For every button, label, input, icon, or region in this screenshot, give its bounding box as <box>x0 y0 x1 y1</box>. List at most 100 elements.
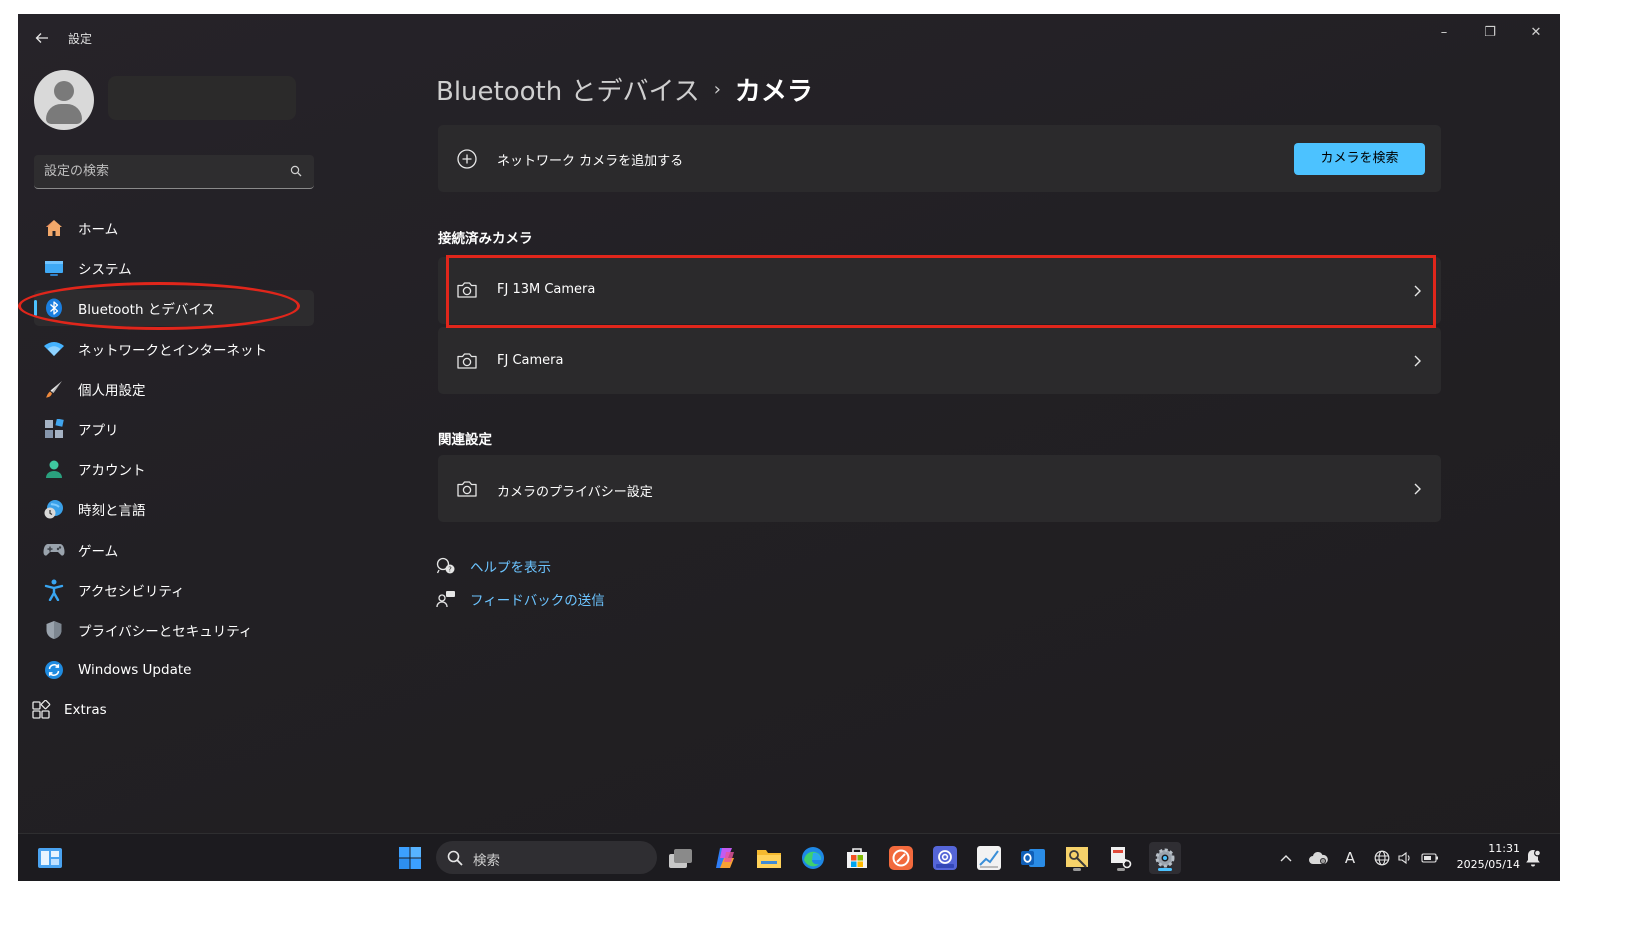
title-bar: 設定 – ❐ ✕ <box>18 14 1560 60</box>
camera-icon <box>457 481 477 497</box>
outlook-button[interactable] <box>1017 842 1049 874</box>
close-button[interactable]: ✕ <box>1518 20 1554 46</box>
running-indicator <box>1117 868 1125 871</box>
sidebar-item-label: ホーム <box>78 222 119 238</box>
network-tray-icon[interactable] <box>1372 848 1392 868</box>
ime-indicator[interactable]: A <box>1340 848 1360 868</box>
svg-text:?: ? <box>448 566 452 574</box>
sidebar-item-time-language[interactable]: 時刻と言語 <box>34 491 314 527</box>
speaker-icon <box>1398 851 1410 865</box>
folder-icon <box>757 850 781 868</box>
settings-search-input[interactable] <box>44 155 274 187</box>
file-explorer-button[interactable] <box>753 842 785 874</box>
settings-search-box[interactable] <box>34 155 314 189</box>
feedback-link-text[interactable]: フィードバックの送信 <box>470 589 605 609</box>
widgets-button[interactable] <box>34 842 66 874</box>
onedrive-tray-icon[interactable] <box>1308 848 1328 868</box>
update-icon <box>43 659 65 681</box>
app-snip-button[interactable] <box>1105 842 1137 874</box>
task-view-button[interactable] <box>665 842 697 874</box>
sidebar-item-extras[interactable]: Extras <box>32 692 314 728</box>
sidebar-item-label: Extras <box>64 702 107 719</box>
widgets-icon <box>38 848 62 868</box>
outlook-icon <box>1021 849 1045 867</box>
feedback-icon <box>436 591 455 608</box>
help-link[interactable]: ? ヘルプを表示 <box>436 555 551 577</box>
camera-privacy-label: カメラのプライバシー設定 <box>497 485 653 500</box>
breadcrumb-separator: › <box>713 78 721 100</box>
chevron-up-icon <box>1280 855 1292 862</box>
breadcrumb-parent[interactable]: Bluetooth とデバイス <box>436 71 700 108</box>
tray-overflow-button[interactable] <box>1276 848 1296 868</box>
sidebar-item-accounts[interactable]: アカウント <box>34 451 314 487</box>
app-orange-button[interactable] <box>885 842 917 874</box>
person-icon <box>54 81 74 101</box>
sidebar-item-label: ゲーム <box>78 543 119 560</box>
gear-icon <box>1155 848 1175 868</box>
shield-icon <box>43 619 65 641</box>
time-language-icon <box>43 498 65 520</box>
app-chart-button[interactable] <box>973 842 1005 874</box>
brush-icon <box>43 378 65 400</box>
edge-icon <box>802 847 824 869</box>
sidebar-item-system[interactable]: システム <box>34 250 314 286</box>
volume-tray-icon[interactable] <box>1395 848 1415 868</box>
app-title: 設定 <box>68 32 93 46</box>
start-button[interactable] <box>394 842 426 874</box>
sidebar-item-label: 個人用設定 <box>78 382 146 399</box>
notification-tray-icon[interactable] <box>1523 848 1543 868</box>
user-avatar[interactable] <box>34 70 94 130</box>
add-camera-label: ネットワーク カメラを追加する <box>497 154 684 169</box>
add-circle-icon <box>457 149 477 169</box>
clock-date: 2025/05/14 <box>1456 858 1520 871</box>
chart-app-icon <box>977 846 1001 870</box>
sidebar-item-windows-update[interactable]: Windows Update <box>34 652 314 688</box>
apps-icon <box>43 418 65 440</box>
account-icon <box>43 458 65 480</box>
extras-icon <box>30 699 52 721</box>
sidebar-item-label: ネットワークとインターネット <box>78 342 267 359</box>
search-icon <box>290 165 302 177</box>
copilot-icon <box>716 848 734 868</box>
sidebar-item-accessibility[interactable]: アクセシビリティ <box>34 572 314 608</box>
feedback-link[interactable]: フィードバックの送信 <box>436 588 605 610</box>
page-title: カメラ <box>734 76 813 107</box>
minimize-button[interactable]: – <box>1426 20 1462 46</box>
store-button[interactable] <box>841 842 873 874</box>
restore-button[interactable]: ❐ <box>1472 20 1508 46</box>
camera-privacy-card[interactable]: カメラのプライバシー設定 <box>438 455 1441 522</box>
back-button[interactable] <box>32 28 52 48</box>
battery-tray-icon[interactable] <box>1420 848 1440 868</box>
sidebar-item-privacy[interactable]: プライバシーとセキュリティ <box>34 612 314 648</box>
accessibility-icon <box>43 579 65 601</box>
sidebar-item-label: 時刻と言語 <box>78 503 146 520</box>
sidebar-item-home[interactable]: ホーム <box>34 210 314 246</box>
sidebar-item-apps[interactable]: アプリ <box>34 411 314 447</box>
chevron-right-icon <box>1414 483 1421 495</box>
add-network-camera-card: ネットワーク カメラを追加する カメラを検索 <box>438 125 1441 192</box>
user-name-redacted <box>108 76 296 120</box>
app-note-button[interactable] <box>1061 842 1093 874</box>
taskbar: 検索 A 11:31 2025/05/14 <box>18 833 1560 881</box>
sidebar-item-personalization[interactable]: 個人用設定 <box>34 371 314 407</box>
annotation-ellipse <box>18 282 300 330</box>
sidebar-item-network[interactable]: ネットワークとインターネット <box>34 331 314 367</box>
task-view-icon <box>669 849 692 868</box>
system-icon <box>43 257 65 279</box>
camera-label: FJ Camera <box>497 353 564 368</box>
breadcrumb: Bluetooth とデバイス › カメラ <box>436 69 813 109</box>
taskbar-search-label: 検索 <box>473 853 500 869</box>
taskbar-clock[interactable]: 11:31 2025/05/14 <box>1452 841 1520 873</box>
taskbar-search[interactable]: 検索 <box>436 841 657 874</box>
search-camera-button[interactable]: カメラを検索 <box>1294 143 1425 175</box>
help-link-text[interactable]: ヘルプを表示 <box>470 556 551 576</box>
running-indicator <box>1073 868 1081 871</box>
settings-taskbar-button[interactable] <box>1149 842 1181 874</box>
edge-button[interactable] <box>797 842 829 874</box>
mail-app-button[interactable] <box>929 842 961 874</box>
camera-item-fj[interactable]: FJ Camera <box>438 327 1441 394</box>
copilot-button[interactable] <box>709 842 741 874</box>
sidebar-item-label: アクセシビリティ <box>78 583 185 600</box>
sidebar-item-gaming[interactable]: ゲーム <box>34 532 314 568</box>
sidebar-item-label: プライバシーとセキュリティ <box>78 623 253 640</box>
